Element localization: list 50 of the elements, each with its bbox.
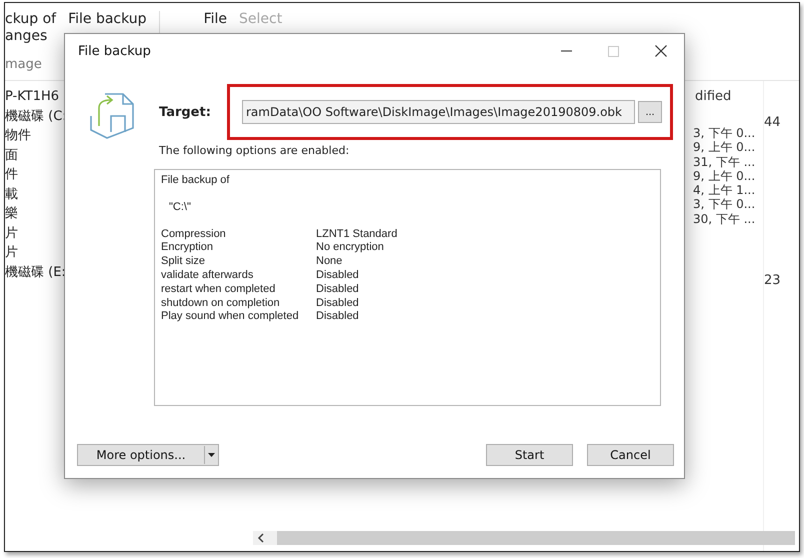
table-cell-text: 9, 上午 0... [693,140,756,155]
ribbon-group-label: mage [5,57,43,72]
tree-item[interactable]: P-KT1H6 [5,87,65,106]
table-cell-text: 9, 上午 0... [693,168,756,184]
tree-item[interactable]: 載 [5,184,65,204]
column-header[interactable]: dified [693,89,763,126]
table-cell: 23 [764,273,781,288]
tree-item[interactable]: 件 [5,165,65,184]
target-label: Target: [159,104,212,120]
option-name: Encryption [161,241,214,256]
close-icon [654,45,666,57]
start-button[interactable]: Start [486,444,573,466]
table-cell: 44 [764,115,781,130]
table-cell-text: 3, 下午 0... [693,126,756,140]
backup-source: "C:\" [169,200,192,215]
tree-item[interactable]: 面 [5,146,65,165]
browse-button[interactable]: ... [638,101,662,123]
cancel-button[interactable]: Cancel [587,444,674,466]
table-cell-text: 31, 下午 ... [693,154,756,169]
option-name: Compression [161,228,227,242]
option-name: Split size [161,255,206,269]
window-title: File backup [78,44,152,58]
option-value: Disabled [316,310,360,324]
scroll-bar[interactable] [253,531,795,545]
table-cell-text: 3, 下午 0... [693,197,756,212]
tree-item[interactable]: 片 [5,243,65,262]
option-value: LZNT1 Standard [316,228,398,242]
target-field[interactable]: ramData\OO Software\DiskImage\Images\Image20190809.obk [242,100,636,124]
intro-text: The following options are enabled: [159,144,350,157]
tree-item[interactable]: 樂 [5,204,65,224]
option-value: None [316,255,344,269]
option-name: Play sound when completed [161,310,300,324]
tree-item[interactable]: 片 [5,224,65,243]
scroll-left-icon[interactable] [257,533,265,543]
option-value: Disabled [316,282,360,297]
option-name: validate afterwards [161,268,254,283]
table-cell-text: 30, 下午 ... [693,212,756,226]
option-value: Disabled [316,296,360,310]
option-value: Disabled [316,268,360,283]
option-name: restart when completed [161,282,276,297]
tree-item[interactable]: 機磁碟 (E: [5,262,65,282]
minimize-icon [561,50,572,52]
summary-heading: File backup of [161,174,230,188]
dropdown-caret-icon [208,453,215,457]
option-value: No encryption [316,241,385,256]
ribbon-button[interactable]: ckup of anges [5,11,68,57]
table-cell-text: 4, 上午 1... [693,183,756,198]
more-options-button[interactable]: More options... [77,444,219,466]
tree-item[interactable]: 物件 [5,126,65,146]
option-name: shutdown on completion [161,296,281,310]
